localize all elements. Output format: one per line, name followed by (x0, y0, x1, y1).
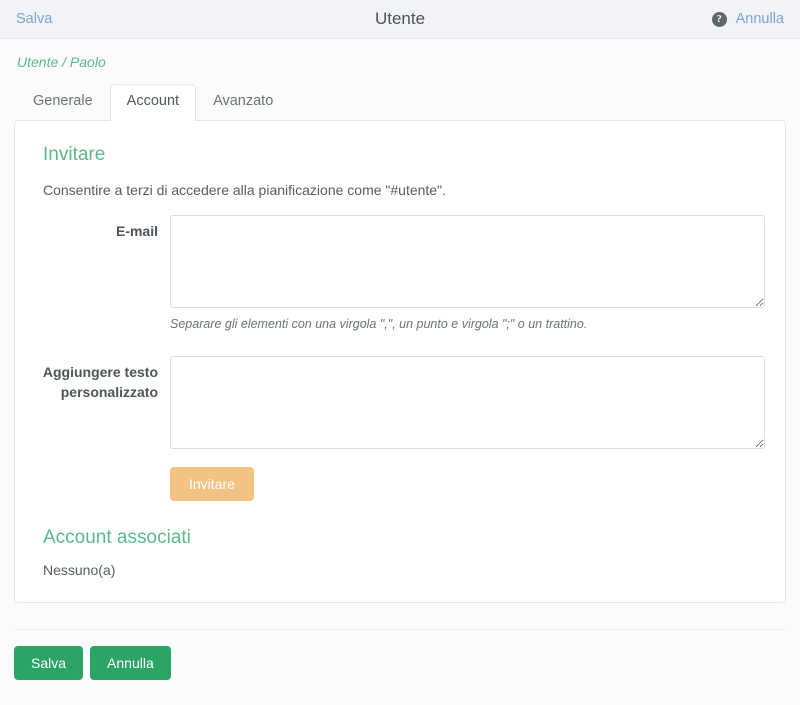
associated-accounts-title: Account associati (43, 527, 191, 549)
invite-section-description: Consentire a terzi di accedere alla pian… (43, 181, 446, 198)
top-toolbar: Salva Utente ? Annulla (0, 0, 800, 39)
email-help-text: Separare gli elementi con una virgola ",… (170, 316, 588, 331)
custom-text-field-control: Invitare (170, 356, 765, 502)
breadcrumb[interactable]: Utente / Paolo (14, 39, 786, 71)
toolbar-save-link[interactable]: Salva (16, 12, 52, 27)
tab-generale[interactable]: Generale (16, 84, 110, 119)
toolbar-right-group: ? Annulla (711, 11, 784, 27)
invite-section-title: Invitare (43, 143, 106, 165)
footer-action-bar: Salva Annulla (14, 628, 786, 681)
invite-button[interactable]: Invitare (170, 467, 254, 502)
email-form-row: E-mail Separare gli elementi con una vir… (35, 214, 765, 352)
invite-button-row: Invitare (170, 467, 765, 502)
associated-accounts-empty: Nessuno(a) (43, 561, 116, 578)
save-button[interactable]: Salva (14, 645, 84, 681)
custom-text-input[interactable] (170, 356, 765, 450)
toolbar-left-group: Salva (16, 12, 52, 27)
custom-text-field-label: Aggiungere testo personalizzato (42, 364, 158, 401)
custom-text-form-row: Aggiungere testo personalizzato Invitare (35, 356, 765, 502)
tab-avanzato[interactable]: Avanzato (196, 84, 290, 119)
question-mark-circle-icon[interactable]: ? (711, 11, 727, 27)
tab-account[interactable]: Account (109, 84, 197, 121)
account-panel: Invitare Consentire a terzi di accedere … (14, 119, 786, 603)
tab-bar: Generale Account Avanzato (14, 84, 786, 121)
cancel-button[interactable]: Annulla (90, 645, 171, 681)
toolbar-cancel-link[interactable]: Annulla (736, 12, 784, 27)
email-input[interactable] (170, 214, 765, 308)
email-field-label: E-mail (115, 222, 158, 239)
email-field-control: Separare gli elementi con una virgola ",… (170, 214, 765, 352)
page-title: Utente (374, 9, 426, 28)
page-content: Utente / Paolo Generale Account Avanzato… (0, 39, 800, 603)
